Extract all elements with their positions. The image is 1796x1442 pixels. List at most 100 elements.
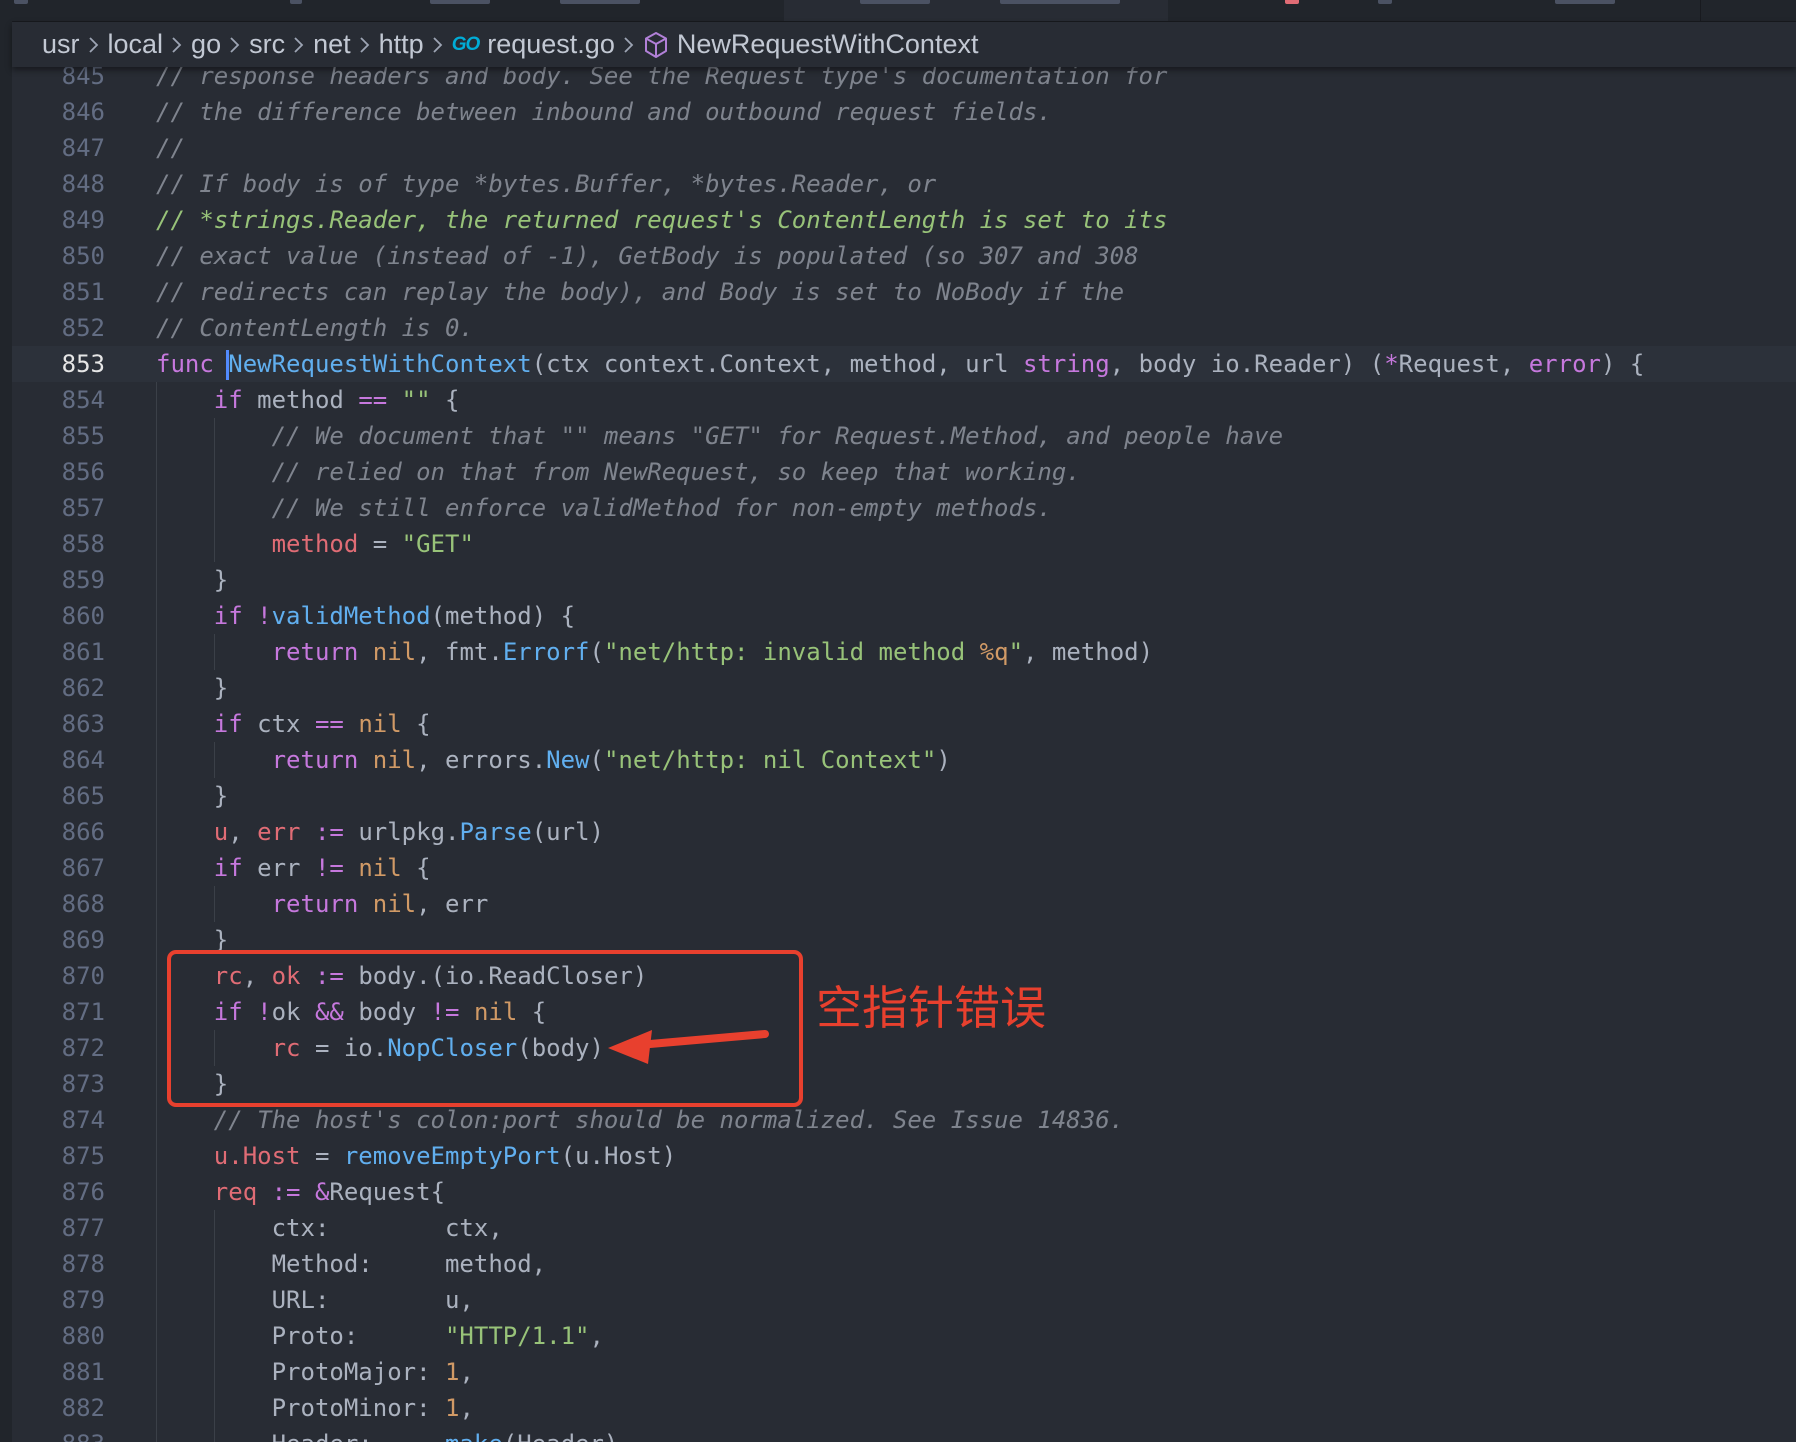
code-token: // the difference between inbound and ou… [156,98,1052,126]
code-token: (ctx context.Context, method, url [531,350,1023,378]
code-line[interactable]: 848 // If body is of type *bytes.Buffer, … [12,166,1796,202]
code-token: Request{ [329,1178,446,1206]
code-token: { [430,386,460,414]
code-line[interactable]: 847 // [12,130,1796,166]
code-token: , body io.Reader) ( [1109,350,1385,378]
line-number: 881 [61,1358,105,1386]
code-line[interactable]: 865} [12,778,1796,814]
indent-guide [213,1318,215,1354]
code-token: := [314,818,344,846]
breadcrumb-item-http[interactable]: http [379,29,424,60]
code-text: req := &Request{ [214,1174,445,1210]
code-line[interactable]: 858 method = "GET" [12,526,1796,562]
code-line[interactable]: 859} [12,562,1796,598]
code-line[interactable]: 861 return nil, fmt.Errorf("net/http: inv… [12,634,1796,670]
line-number: 867 [61,854,105,882]
indent-guide [213,418,215,454]
breadcrumb-item-usr[interactable]: usr [42,29,80,60]
code-text: // *strings.Reader, the returned request… [156,202,1167,238]
editor-tab[interactable] [138,0,379,21]
code-line[interactable]: 882 ProtoMinor: 1, [12,1390,1796,1426]
breadcrumb-item-symbol[interactable]: NewRequestWithContext [643,29,979,60]
line-number: 857 [61,494,105,522]
code-line[interactable]: 849 // *strings.Reader, the returned requ… [12,202,1796,238]
code-line[interactable]: 852 // ContentLength is 0. [12,310,1796,346]
code-text: if !validMethod(method) { [214,598,575,634]
breadcrumb-item-file[interactable]: GO request.go [452,29,615,60]
code-line[interactable]: 854 if method == "" { [12,382,1796,418]
code-token: 1 [444,1394,460,1422]
line-number: 875 [61,1142,105,1170]
code-token: return [271,638,373,666]
code-line[interactable]: 846 // the difference between inbound and… [12,94,1796,130]
code-line[interactable]: 880 Proto: "HTTP/1.1", [12,1318,1796,1354]
code-text: // We document that "" means "GET" for R… [272,418,1283,454]
code-line[interactable]: 862} [12,670,1796,706]
tab-label-fragment [1378,0,1392,4]
line-number: 846 [61,98,105,126]
line-number: 847 [61,134,105,162]
code-text: if ctx == nil { [214,706,431,742]
code-line[interactable]: 863 if ctx == nil { [12,706,1796,742]
code-token: { [401,710,431,738]
indent-guide [156,1426,157,1442]
breadcrumb-item-go[interactable]: go [191,29,221,60]
line-number: 861 [61,638,105,666]
code-line[interactable]: 860 if !validMethod(method) { [12,598,1796,634]
code-token: method [257,386,359,414]
code-token: , [228,818,258,846]
code-token: // If body is of type *bytes.Buffer, *by… [156,170,937,198]
code-line[interactable]: 883 Header: make(Header), [12,1426,1796,1442]
code-token: ProtoMinor: [271,1394,445,1422]
code-line[interactable]: 876 req := &Request{ [12,1174,1796,1210]
code-line[interactable]: 877 ctx: ctx, [12,1210,1796,1246]
tab-label-fragment [14,0,28,4]
code-line[interactable]: 867 if err != nil { [12,850,1796,886]
code-token: = [358,530,402,558]
breadcrumb-item-src[interactable]: src [249,29,285,60]
code-line[interactable]: 851 // redirects can replay the body), an… [12,274,1796,310]
indent-guide [213,1246,215,1282]
code-line[interactable]: 856 // relied on that from NewRequest, so… [12,454,1796,490]
indent-guide [156,1282,157,1318]
code-token: nil [358,710,402,738]
code-line[interactable]: 881 ProtoMajor: 1, [12,1354,1796,1390]
breadcrumb-symbol-label: NewRequestWithContext [676,29,979,59]
chevron-right-icon [169,35,185,55]
code-text: ctx: ctx, [272,1210,503,1246]
code-line[interactable]: 874 // The host's colon:port should be no… [12,1102,1796,1138]
code-line[interactable]: 855 // We document that "" means "GET" fo… [12,418,1796,454]
code-token: if [213,710,258,738]
indent-guide [213,634,215,670]
code-line[interactable]: 875 u.Host = removeEmptyPort(u.Host) [12,1138,1796,1174]
code-editor[interactable]: 845// response headers and body. See the… [12,58,1796,1442]
code-token: // *strings.Reader, the returned request… [156,206,1168,234]
code-line[interactable]: 879 URL: u, [12,1282,1796,1318]
code-token: != [314,854,344,882]
code-line[interactable]: 866 u, err := urlpkg.Parse(url) [12,814,1796,850]
breadcrumb-item-local[interactable]: local [108,29,164,60]
code-token: } [213,566,229,594]
indent-guide [156,742,157,778]
code-token: method [271,530,359,558]
line-number: 859 [61,566,105,594]
code-line[interactable]: 857 // We still enforce validMethod for n… [12,490,1796,526]
code-token: make [445,1430,503,1442]
breadcrumb-item-net[interactable]: net [313,29,351,60]
code-line[interactable]: 864 return nil, errors.New("net/http: nil… [12,742,1796,778]
indent-guide [213,1210,215,1246]
line-number: 856 [61,458,105,486]
code-line[interactable]: 853 func NewRequestWithContext(ctx contex… [12,346,1796,382]
code-token: = [300,1142,344,1170]
indent-guide [156,418,157,454]
code-line[interactable]: 868 return nil, err [12,886,1796,922]
code-token: "HTTP/1.1" [444,1322,590,1350]
code-line[interactable]: 850 // exact value (instead of -1), GetBo… [12,238,1796,274]
code-token: ( [589,638,604,666]
code-text: // [156,130,185,166]
indent-guide [156,994,157,1030]
code-line[interactable]: 878 Method: method, [12,1246,1796,1282]
